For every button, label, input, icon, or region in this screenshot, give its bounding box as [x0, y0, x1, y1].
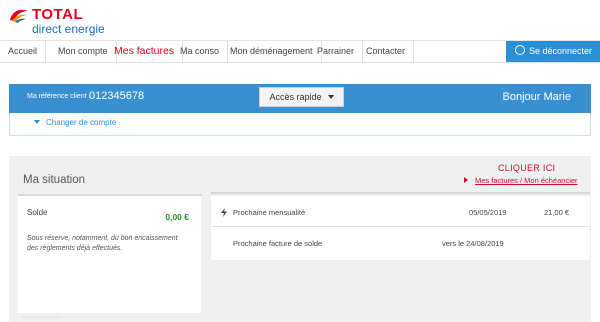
situation-panel: Ma situation CLIQUER ICI Mes factures / … [9, 156, 591, 322]
list-item: Prochaine facture de solde vers le 24/08… [211, 227, 590, 258]
power-icon [515, 45, 525, 55]
invoices-link-label: Mes factures / Mon échéancier [475, 176, 578, 185]
next-section-stub [22, 316, 62, 318]
change-account-row: Changer de compte [9, 113, 591, 136]
next-installment-date: 05/05/2019 [469, 208, 507, 217]
brand-subtitle: direct energie [32, 22, 105, 36]
brand-name: TOTAL [32, 6, 84, 23]
logout-button[interactable]: Se déconnecter [506, 41, 600, 62]
nav-item-parrainer[interactable]: Parrainer [309, 41, 364, 62]
total-direct-energie-logo[interactable]: TOTAL direct energie [8, 5, 118, 37]
client-bar: Ma référence client : 012345678 Accès ra… [9, 84, 591, 113]
situation-title: Ma situation [23, 174, 86, 186]
next-balance-invoice-label: Prochaine facture de solde [233, 239, 323, 248]
caret-down-icon [327, 95, 334, 99]
next-balance-invoice-date: vers le 24/08/2019 [442, 239, 504, 248]
balance-card: Solde 0,00 € Sous réserve, notamment, du… [18, 196, 201, 313]
next-installment-amount: 21,00 € [544, 208, 570, 217]
quick-access-dropdown[interactable]: Accès rapide [259, 87, 344, 107]
nav-item-accueil[interactable]: Accueil [0, 41, 47, 62]
change-account-link[interactable]: Changer de compte [34, 118, 116, 127]
main-navigation: Accueil Mon compte Mes factures Ma conso… [0, 40, 600, 63]
nav-item-ma-conso[interactable]: Ma conso [172, 41, 229, 62]
nav-item-contacter[interactable]: Contacter [358, 41, 415, 62]
invoices-schedule-link[interactable]: Mes factures / Mon échéancier [464, 176, 578, 185]
nav-item-mon-demenagement[interactable]: Mon déménagement [222, 41, 322, 62]
next-installment-label: Prochaine mensualité [233, 208, 306, 217]
site-header: TOTAL direct energie [0, 0, 600, 40]
click-here-callout: CLIQUER ICI [498, 163, 556, 173]
play-arrow-icon [464, 177, 468, 183]
balance-amount: 0,00 € [165, 212, 189, 222]
greeting: Bonjour Marie [502, 91, 571, 103]
list-item: Prochaine mensualité 05/05/2019 21,00 € [211, 196, 590, 227]
client-reference-number: 012345678 [89, 90, 145, 102]
client-reference-label: Ma référence client : [27, 93, 91, 100]
upcoming-card: Prochaine mensualité 05/05/2019 21,00 € … [211, 196, 590, 260]
bolt-icon [221, 208, 227, 217]
total-logo-mark-icon [10, 9, 28, 23]
link-divider [211, 192, 590, 194]
quick-access-label: Accès rapide [269, 92, 322, 102]
balance-note: Sous réserve, notamment, du bon encaisse… [27, 235, 178, 252]
change-account-label: Changer de compte [46, 118, 117, 127]
logout-label: Se déconnecter [529, 46, 593, 56]
balance-label: Solde [27, 208, 48, 217]
triangle-down-icon [34, 120, 40, 124]
